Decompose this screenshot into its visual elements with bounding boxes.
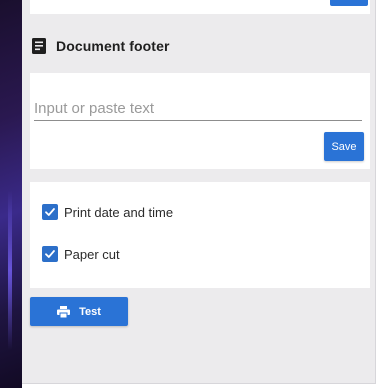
option-label: Paper cut (64, 246, 120, 262)
test-print-button[interactable]: Test (30, 297, 128, 326)
check-icon (45, 208, 55, 216)
test-button-label: Test (79, 305, 101, 318)
checkbox-checked[interactable] (42, 246, 58, 262)
settings-panel: Document footer Save Print date and time… (22, 0, 376, 384)
checkbox-checked[interactable] (42, 204, 58, 220)
save-button[interactable]: Save (324, 132, 364, 161)
check-icon (45, 250, 55, 258)
section-title: Document footer (56, 38, 170, 54)
previous-section-button-edge[interactable] (330, 0, 368, 6)
option-print-date-time[interactable]: Print date and time (42, 204, 173, 220)
footer-input-card: Save (30, 73, 370, 169)
option-paper-cut[interactable]: Paper cut (42, 246, 120, 262)
desktop-wallpaper (0, 0, 22, 388)
print-options-card: Print date and time Paper cut (30, 182, 370, 288)
receipt-icon (32, 38, 46, 54)
option-label: Print date and time (64, 204, 174, 220)
section-header: Document footer (32, 38, 170, 54)
footer-text-input[interactable] (34, 97, 362, 121)
printer-icon (57, 305, 71, 318)
previous-section-card (30, 0, 370, 14)
wallpaper-streak (8, 190, 12, 350)
